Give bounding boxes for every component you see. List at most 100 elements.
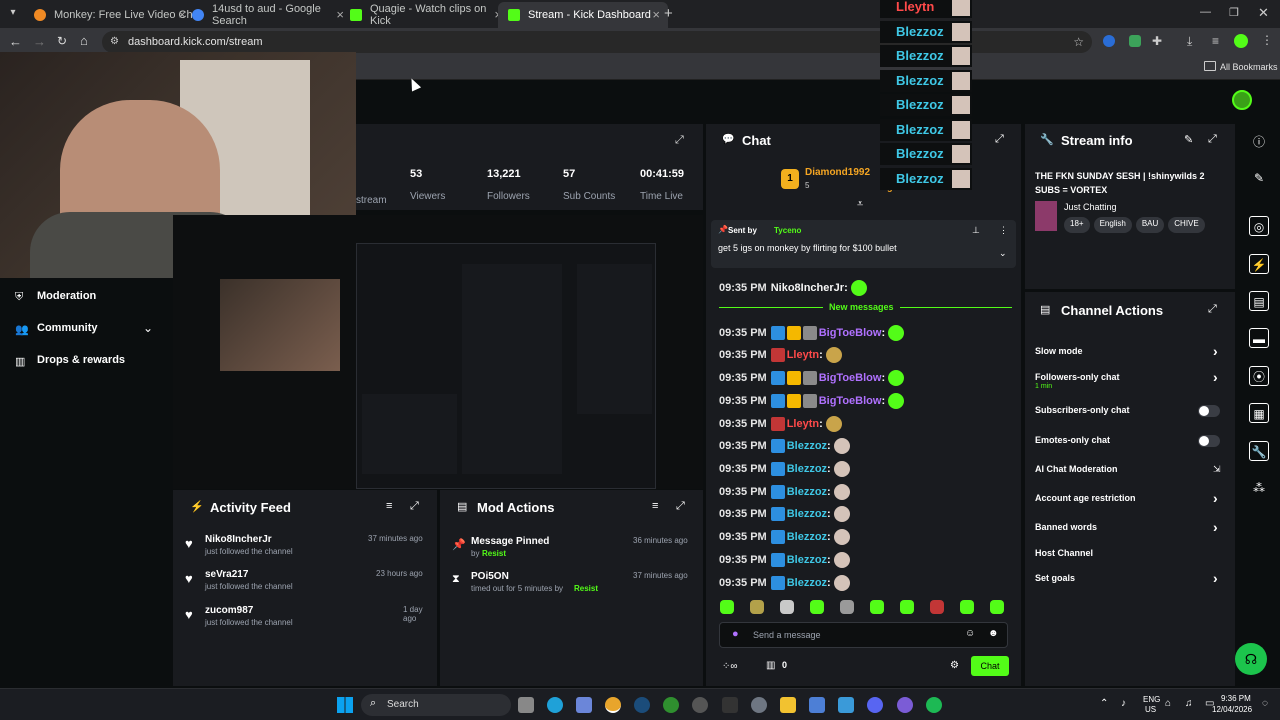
app-icon[interactable] xyxy=(897,697,913,713)
chat-message-row[interactable]: 09:35 PM Niko8IncherJr: xyxy=(719,278,867,298)
top-gifter-name[interactable]: Diamond1992 xyxy=(805,167,870,178)
chat-username[interactable]: Blezzoz xyxy=(787,554,827,566)
smiley-icon[interactable]: ☻ xyxy=(988,628,999,639)
chat-input[interactable]: ● Send a message ☺ ☻ xyxy=(719,622,1008,648)
emote-icon[interactable] xyxy=(780,600,794,614)
rail-chat-icon[interactable]: ▬ xyxy=(1249,328,1269,348)
chat-message-row[interactable]: 09:35 PM BigToeBlow: xyxy=(719,368,905,388)
filter-icon[interactable]: ≡ xyxy=(652,500,658,512)
reload-icon[interactable]: ↻ xyxy=(57,34,67,48)
app-icon[interactable] xyxy=(867,697,883,713)
download-icon[interactable]: ⤓ xyxy=(1187,34,1192,49)
sidebar-item-community[interactable]: 👥 Community ⌄ xyxy=(15,321,165,338)
channel-action-item[interactable]: AI Chat Moderation ⇲ xyxy=(1035,464,1225,484)
channel-action-item[interactable]: Account age restriction › xyxy=(1035,490,1225,513)
emote-icon[interactable] xyxy=(990,600,1004,614)
emote-icon[interactable] xyxy=(720,600,734,614)
activity-username[interactable]: zucom987 xyxy=(205,605,253,616)
chat-message-row[interactable]: 09:35 PM BigToeBlow: xyxy=(719,323,905,343)
xbox-icon[interactable] xyxy=(663,697,679,713)
chat-message-row[interactable]: 09:35 PM Blezzoz: xyxy=(719,482,850,502)
browser-tab-google[interactable]: 14usd to aud - Google Search × xyxy=(182,2,352,28)
more-options-icon[interactable]: ⋮ xyxy=(999,225,1008,236)
channel-action-item[interactable]: Emotes-only chat xyxy=(1035,435,1225,455)
emote-picker-icon[interactable]: ☺ xyxy=(965,628,975,639)
rail-wrench-icon[interactable]: 🔧 xyxy=(1249,441,1269,461)
toggle-switch[interactable] xyxy=(1198,435,1220,447)
chat-message-row[interactable]: 09:35 PM Lleytn: xyxy=(719,414,842,434)
emote-icon[interactable] xyxy=(900,600,914,614)
popout-icon[interactable]: ⤢ xyxy=(1208,133,1217,146)
edge-icon[interactable] xyxy=(547,697,563,713)
bookmark-star-icon[interactable]: ☆ xyxy=(1073,31,1084,53)
channel-action-item[interactable]: Banned words › xyxy=(1035,519,1225,542)
rail-broadcast-icon[interactable]: ⦿ xyxy=(1249,366,1269,386)
tag-chip[interactable]: English xyxy=(1093,217,1132,233)
tag-chip[interactable]: BAU xyxy=(1135,217,1165,233)
emote-icon[interactable] xyxy=(840,600,854,614)
task-view-icon[interactable] xyxy=(518,697,534,713)
sidebar-item-moderation[interactable]: ⛨ Moderation xyxy=(15,290,165,306)
mod-action-user[interactable]: Resist xyxy=(482,549,506,558)
rail-tool-icon[interactable]: ⚡ xyxy=(1249,254,1269,274)
emote-icon[interactable] xyxy=(960,600,974,614)
settings-icon[interactable] xyxy=(751,697,767,713)
back-icon[interactable]: ← xyxy=(9,34,22,49)
emote-icon[interactable] xyxy=(750,600,764,614)
new-tab-button[interactable]: + xyxy=(664,5,673,22)
site-info-icon[interactable]: ⚙ xyxy=(110,31,119,53)
app-icon[interactable] xyxy=(838,697,854,713)
chevron-right-icon[interactable]: › xyxy=(1213,570,1218,586)
mod-action-user[interactable]: Resist xyxy=(574,584,598,593)
chat-message-row[interactable]: 09:35 PM Blezzoz: xyxy=(719,436,850,456)
activity-username[interactable]: Niko8IncherJr xyxy=(205,534,272,545)
store-icon[interactable] xyxy=(809,697,825,713)
pinned-message[interactable]: 📌 Sent by Tyceno get 5 igs on monkey by … xyxy=(711,220,1016,268)
rail-apps-icon[interactable]: ⁂ xyxy=(1249,478,1269,498)
chevron-down-icon[interactable]: ⌄ xyxy=(143,321,153,335)
filter-icon[interactable]: ≡ xyxy=(386,500,392,512)
tag-chip[interactable]: CHIVE xyxy=(1168,217,1205,233)
chat-username[interactable]: Blezzoz xyxy=(787,577,827,589)
chat-username[interactable]: Blezzoz xyxy=(787,508,827,520)
chat-username[interactable]: Lleytn xyxy=(787,418,819,430)
volume-icon[interactable]: ♫ xyxy=(1185,698,1193,709)
chat-username[interactable]: BigToeBlow xyxy=(819,327,882,339)
unpin-icon[interactable]: ⊥ xyxy=(972,225,980,236)
settings-gear-icon[interactable]: ⚙ xyxy=(950,660,959,671)
info-icon[interactable]: ⓘ xyxy=(1249,132,1269,152)
gift-icon[interactable]: ▥ xyxy=(766,660,775,671)
tag-chip[interactable]: 18+ xyxy=(1064,217,1090,233)
epic-games-icon[interactable] xyxy=(722,697,738,713)
close-window-icon[interactable]: ✕ xyxy=(1258,5,1269,21)
edit-pencil-icon[interactable]: ✎ xyxy=(1184,133,1193,146)
clock-date[interactable]: 12/04/2026 xyxy=(1212,705,1252,714)
browser-menu-icon[interactable]: ⋮ xyxy=(1261,33,1273,47)
chevron-right-icon[interactable]: › xyxy=(1213,369,1218,385)
maximize-window-icon[interactable]: ❐ xyxy=(1229,6,1239,19)
close-tab-icon[interactable]: × xyxy=(652,7,660,22)
chat-message-row[interactable]: 09:35 PM Blezzoz: xyxy=(719,504,850,524)
channel-action-item[interactable]: Subscribers-only chat xyxy=(1035,405,1225,425)
mic-icon[interactable]: ● xyxy=(732,628,739,640)
extension-icon[interactable] xyxy=(1103,35,1115,47)
chat-username[interactable]: Blezzoz xyxy=(787,531,827,543)
clock-time[interactable]: 9:36 PM xyxy=(1221,694,1251,703)
activity-username[interactable]: seVra217 xyxy=(205,569,248,580)
pinned-user[interactable]: Tyceno xyxy=(774,226,801,235)
chrome-icon[interactable] xyxy=(605,697,621,713)
rail-tool-icon[interactable]: ◎ xyxy=(1249,216,1269,236)
chat-username[interactable]: BigToeBlow xyxy=(819,395,882,407)
home-icon[interactable]: ⌂ xyxy=(80,33,88,48)
chat-username[interactable]: Blezzoz xyxy=(787,486,827,498)
steam-icon[interactable] xyxy=(634,697,650,713)
reading-list-icon[interactable]: ≡ xyxy=(1212,34,1219,48)
chevron-right-icon[interactable]: › xyxy=(1213,519,1218,535)
chat-message-row[interactable]: 09:35 PM Blezzoz: xyxy=(719,550,850,570)
chevron-down-icon[interactable]: ⌄ xyxy=(999,248,1007,259)
windows-start-icon[interactable] xyxy=(337,697,353,713)
language-indicator[interactable]: ENG xyxy=(1143,695,1160,704)
chat-message-row[interactable]: 09:35 PM Lleytn: xyxy=(719,345,842,365)
category-name[interactable]: Just Chatting xyxy=(1064,202,1117,212)
forward-icon[interactable]: → xyxy=(33,34,46,49)
